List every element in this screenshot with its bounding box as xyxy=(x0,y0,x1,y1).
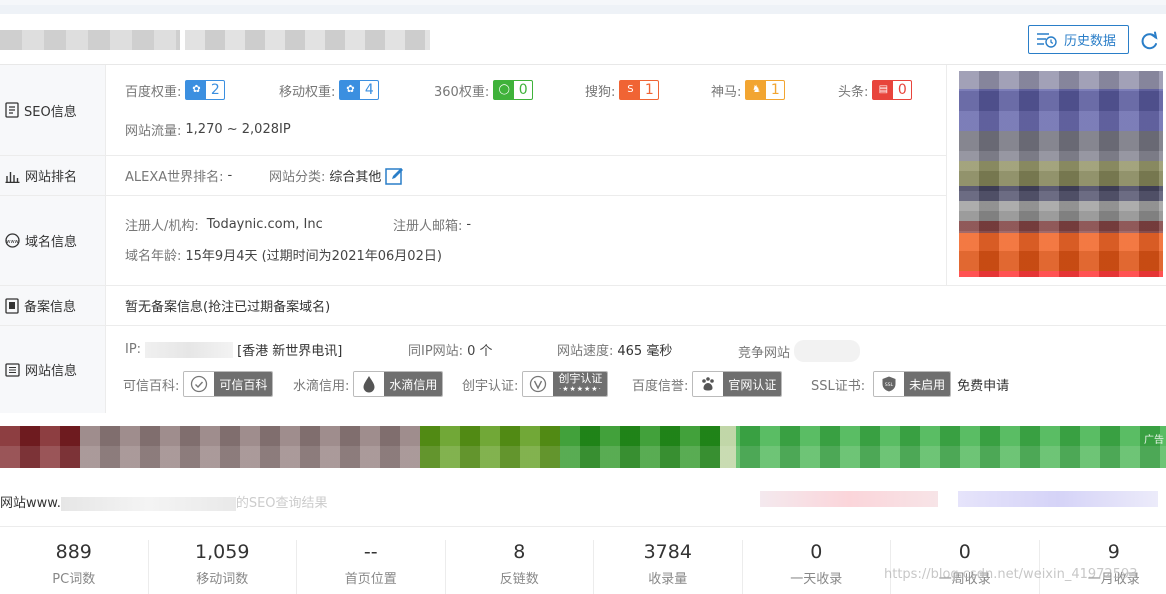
ssl-shield-icon: SSL xyxy=(874,372,905,396)
baidu-credit: 百度信誉: 官网认证 xyxy=(632,371,783,397)
toutiao-weight: 头条: ▤ 0 xyxy=(838,80,913,100)
ranking-row: 网站排名 ALEXA世界排名: - 网站分类: 综合其他 xyxy=(0,156,946,196)
stat-backlinks[interactable]: 8 反链数 xyxy=(446,540,594,594)
mobile-weight: 移动权重: ✿ 4 xyxy=(279,80,380,100)
bar-chart-icon xyxy=(5,171,20,183)
shenma-weight: 神马: ♞ 1 xyxy=(711,80,786,100)
stat-pc-keywords[interactable]: 889 PC词数 xyxy=(0,540,149,594)
site-title-blurred xyxy=(0,30,180,50)
v-shield-icon xyxy=(523,372,554,396)
registrant-email: 注册人邮箱: - xyxy=(393,217,472,234)
ad-tag: 广告 xyxy=(1144,435,1164,446)
stat-homepage-position[interactable]: -- 首页位置 xyxy=(297,540,446,594)
www-globe-icon: www xyxy=(5,233,20,248)
result-pill-pink xyxy=(760,491,938,507)
baidu-paw-icon: ✿ xyxy=(186,81,207,99)
water-drop-icon xyxy=(354,372,385,396)
competitor-blurred xyxy=(794,340,861,362)
ssl-cert-badge[interactable]: SSL 未启用 xyxy=(873,371,952,397)
ip-address: IP: [香港 新世界电讯] xyxy=(125,341,343,359)
top-band xyxy=(0,0,1166,14)
stat-mobile-keywords[interactable]: 1,059 移动词数 xyxy=(149,540,297,594)
history-data-label: 历史数据 xyxy=(1064,34,1117,49)
history-data-button[interactable]: 历史数据 xyxy=(1028,25,1129,54)
domain-age: 域名年龄: 15年9月4天 (过期时间为2021年06月02日) xyxy=(125,249,442,264)
site-category: 网站分类: 综合其他 xyxy=(269,166,405,185)
icp-row: 备案信息 暂无备案信息(抢注已过期备案域名) xyxy=(0,286,1166,326)
record-file-icon xyxy=(5,297,19,314)
stat-indexed[interactable]: 3784 收录量 xyxy=(594,540,743,594)
sogou-weight: 搜狗: S1 xyxy=(585,80,660,100)
history-list-icon xyxy=(1037,32,1057,48)
ssl-apply-link[interactable]: 免费申请 xyxy=(957,375,1009,394)
sogou-weight-badge[interactable]: S1 xyxy=(619,80,660,100)
trust-shield-icon xyxy=(184,372,215,396)
stat-daily-indexed[interactable]: 0 一天收录 xyxy=(743,540,891,594)
edit-icon[interactable] xyxy=(385,167,405,185)
weight-360: 360权重: ◯ 0 xyxy=(434,80,534,100)
baidu-weight: 百度权重: ✿ 2 xyxy=(125,80,226,100)
baidu-credit-badge[interactable]: 官网认证 xyxy=(692,371,783,397)
site-screenshot-thumbnail xyxy=(946,65,1166,286)
document-icon xyxy=(5,102,19,118)
360-ring-icon: ◯ xyxy=(494,81,515,99)
ranking-row-label: 网站排名 xyxy=(0,156,106,195)
site-speed: 网站速度: 465 毫秒 xyxy=(557,344,673,359)
list-doc-icon xyxy=(5,362,20,377)
trust-baike-badge[interactable]: 可信百科 xyxy=(183,371,274,397)
result-domain-blurred xyxy=(60,496,236,511)
ad-banner[interactable]: 广告 xyxy=(0,426,1166,468)
registrant: 注册人/机构: Todaynic.com, Inc xyxy=(125,217,323,234)
stats-divider xyxy=(0,526,1166,527)
baidu-paw-icon xyxy=(693,372,724,396)
weight-360-badge[interactable]: ◯ 0 xyxy=(493,80,534,100)
mobile-weight-badge[interactable]: ✿ 4 xyxy=(339,80,380,100)
shuidi-credit-badge[interactable]: 水滴信用 xyxy=(353,371,444,397)
refresh-icon[interactable] xyxy=(1138,30,1160,52)
site-traffic: 网站流量: 1,270 ~ 2,028IP xyxy=(125,122,291,139)
baidu-paw-icon: ✿ xyxy=(340,81,361,99)
trust-baike: 可信百科: 可信百科 xyxy=(123,371,274,397)
domain-row-label: www 域名信息 xyxy=(0,196,106,285)
shenma-weight-badge[interactable]: ♞ 1 xyxy=(745,80,786,100)
site-subtitle-blurred xyxy=(185,30,430,50)
seo-row-label: SEO信息 xyxy=(0,65,106,155)
ssl-cert: SSL证书: SSL 未启用 免费申请 xyxy=(811,371,1009,397)
svg-text:SSL: SSL xyxy=(885,382,894,388)
watermark: https://blog.csdn.net/weixin_41972593 xyxy=(884,567,1138,582)
same-ip-sites: 同IP网站: 0 个 xyxy=(408,344,493,359)
seo-row: SEO信息 百度权重: ✿ 2 移动权重: ✿ 4 360权重: ◯ 0 搜狗: S1… xyxy=(0,65,946,156)
icp-row-label: 备案信息 xyxy=(0,286,106,325)
icp-value: 暂无备案信息(抢注已过期备案域名) xyxy=(125,300,331,315)
result-title: 网站www. 的SEO查询结果 xyxy=(0,496,328,511)
seo-info-panel: SEO信息 百度权重: ✿ 2 移动权重: ✿ 4 360权重: ◯ 0 搜狗: S1… xyxy=(0,64,1166,413)
svg-text:www: www xyxy=(6,239,18,245)
site-row: 网站信息 IP: [香港 新世界电讯] 同IP网站: 0 个 网站速度: 465… xyxy=(0,326,1166,413)
sogou-s-icon: S xyxy=(620,81,641,99)
chuangyu-cert-badge[interactable]: 创宇认证 ·★★★★★· xyxy=(522,371,609,397)
ip-blurred xyxy=(145,341,234,358)
shenma-horse-icon: ♞ xyxy=(746,81,767,99)
result-pill-purple xyxy=(958,491,1158,507)
baidu-weight-badge[interactable]: ✿ 2 xyxy=(185,80,226,100)
competitor-sites: 竞争网站 xyxy=(738,340,861,362)
alexa-rank: ALEXA世界排名: - xyxy=(125,168,233,185)
site-row-label: 网站信息 xyxy=(0,326,106,413)
chuangyu-cert: 创宇认证: 创宇认证 ·★★★★★· xyxy=(462,371,609,397)
toutiao-weight-badge[interactable]: ▤ 0 xyxy=(872,80,913,100)
domain-row: www 域名信息 注册人/机构: Todaynic.com, Inc 注册人邮箱… xyxy=(0,196,946,286)
shuidi-credit: 水滴信用: 水滴信用 xyxy=(293,371,444,397)
toutiao-icon: ▤ xyxy=(873,81,894,99)
